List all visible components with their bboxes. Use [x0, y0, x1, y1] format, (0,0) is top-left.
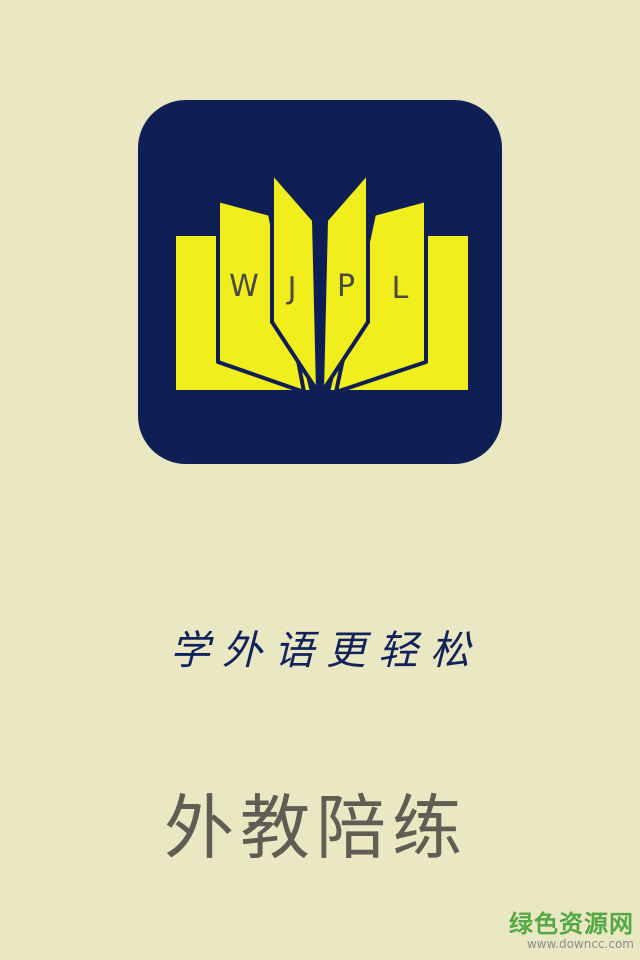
watermark-url: www.downcc.com [526, 937, 634, 951]
logo-letter-w: W [229, 269, 259, 304]
logo-letter-j: J [286, 271, 297, 306]
logo-letter-p: P [337, 269, 355, 304]
watermark: 绿色资源网 www.downcc.com [509, 912, 634, 950]
open-book-icon: W J P L [172, 170, 472, 394]
tagline: 学外语更轻松 [170, 628, 482, 674]
logo-letter-l: L [392, 271, 409, 306]
app-name: 外教陪练 [164, 787, 468, 869]
app-logo: W J P L [138, 100, 502, 464]
watermark-site-name: 绿色资源网 [509, 910, 634, 938]
splash-screen: W J P L 学外语更轻松 外教陪练 绿色资源网 www.downcc.com [0, 0, 640, 960]
